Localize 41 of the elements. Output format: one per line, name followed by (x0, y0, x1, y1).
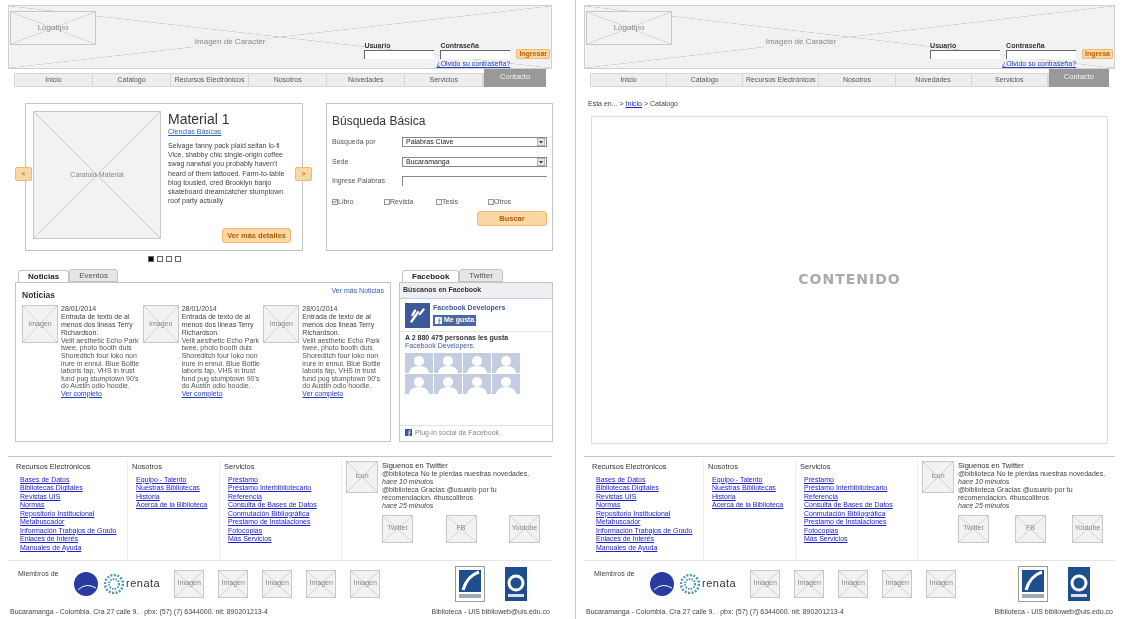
flower-logo-icon (104, 573, 124, 594)
shield-logo-icon (455, 565, 485, 602)
avatar-icon (434, 352, 462, 373)
avatar-icon (492, 373, 520, 394)
logo-text: renata (126, 576, 161, 592)
dropdown-arrow-icon (537, 138, 545, 147)
flower-logo-icon (680, 573, 700, 594)
news-heading: Noticias (22, 289, 56, 302)
material-title: Material 1 (168, 111, 231, 127)
seal-logo-icon (505, 566, 527, 601)
username-field[interactable] (930, 50, 1001, 59)
tab[interactable]: Twitter (459, 269, 503, 282)
avatar-icon (463, 352, 491, 373)
checkbox[interactable] (488, 198, 494, 205)
circle-logo-icon (650, 571, 674, 596)
avatar-icon (492, 352, 520, 373)
facebook-icon (435, 317, 442, 324)
avatar-icon (405, 352, 433, 373)
wrench-icon (405, 302, 430, 328)
checkbox[interactable] (436, 198, 442, 205)
password-field[interactable] (1006, 50, 1077, 59)
shield-logo-icon (1018, 565, 1048, 602)
circle-logo-icon (74, 571, 98, 596)
avatar-icon (463, 373, 491, 394)
avatar-icon (405, 373, 433, 394)
placeholder-label: Logotipo (613, 22, 645, 34)
username-field[interactable] (364, 50, 435, 59)
banner-text: Imagen de Caracter (192, 36, 268, 48)
placeholder-label: Logotipo (37, 22, 69, 34)
checkbox[interactable] (384, 198, 390, 205)
dropdown-arrow-icon (537, 157, 545, 166)
checkbox[interactable] (332, 198, 338, 205)
facebook-icon (405, 429, 412, 437)
search-title: Búsqueda Básica (332, 114, 427, 128)
seal-logo-icon (1068, 566, 1090, 601)
banner-text: Imagen de Caracter (763, 36, 839, 48)
tab[interactable]: Eventos (69, 269, 119, 282)
avatar-icon (434, 373, 462, 394)
content-placeholder-text: CONTENIDO (798, 270, 901, 289)
logo-text: renata (702, 576, 737, 592)
password-field[interactable] (440, 50, 511, 59)
